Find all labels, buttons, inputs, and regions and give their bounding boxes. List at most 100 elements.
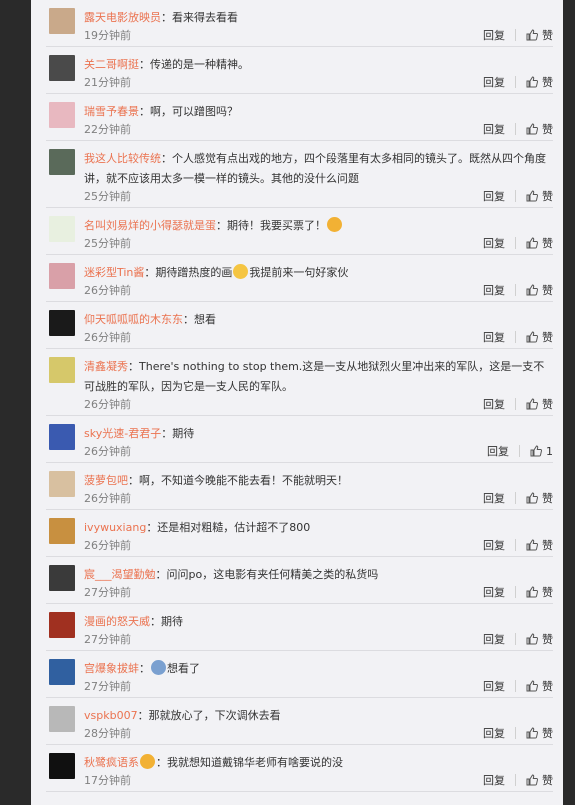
comment-text: 秋鹭疯语系 ：我就想知道戴锦华老师有啥要说的没 [84,753,553,773]
comment-content: ：还是相对粗糙，估计超不了800 [146,521,311,534]
like-button[interactable]: 赞 [526,537,553,553]
comment-text: 迷彩型Tin酱：期待蹭热度的画 我提前来一句好家伙 [84,263,553,283]
reply-button[interactable]: 回复 [483,772,505,788]
like-button[interactable]: 赞 [526,772,553,788]
reply-button[interactable]: 回复 [483,235,505,251]
comment-username[interactable]: 瑞雪予春景 [84,105,139,118]
comment-text: 关二哥啊挺：传递的是一种精神。 [84,55,553,75]
like-button[interactable]: 赞 [526,27,553,43]
comment-username[interactable]: ivywuxiang [84,521,146,534]
user-avatar[interactable] [49,8,75,34]
user-avatar[interactable] [49,471,75,497]
comment-panel: 露天电影放映员：看来得去看看 19分钟前 回复赞关二哥啊挺：传递的是一种精神。 21分… [31,0,563,805]
user-avatar[interactable] [49,612,75,638]
user-avatar[interactable] [49,424,75,450]
like-label: 赞 [542,237,553,250]
comment-content: ：啊，不知道今晚能不能去看！不能就明天！ [128,474,348,487]
like-button[interactable]: 赞 [526,631,553,647]
emoji-icon [140,754,155,769]
like-label: 赞 [542,76,553,89]
reply-button[interactable]: 回复 [483,188,505,204]
comment-actions: 回复 赞 [483,772,553,788]
like-button[interactable]: 赞 [526,74,553,90]
like-label: 赞 [542,586,553,599]
like-button[interactable]: 赞 [526,396,553,412]
reply-button[interactable]: 回复 [483,121,505,137]
comment-item: 清鑫凝秀：There's nothing to stop them.这是一支从地… [46,349,553,416]
reply-button[interactable]: 回复 [483,678,505,694]
like-button[interactable]: 赞 [526,282,553,298]
like-button[interactable]: 赞 [526,121,553,137]
comment-username[interactable]: 漫画的怒天威 [84,615,150,628]
comment-actions: 回复 赞 [483,329,553,345]
thumbs-up-icon [526,633,542,645]
comment-item: vspkb007：那就放心了，下次调休去看 28分钟前 回复赞 [46,698,553,745]
reply-button[interactable]: 回复 [483,396,505,412]
user-avatar[interactable] [49,149,75,175]
comment-timestamp: 27分钟前 [84,633,131,646]
user-avatar[interactable] [49,659,75,685]
comment-username[interactable]: 仰天呱呱呱的木东东 [84,313,183,326]
user-avatar[interactable] [49,263,75,289]
divider [515,29,516,41]
comment-username[interactable]: 秋鹭疯语系 [84,756,139,769]
comment-username[interactable]: 宸___渴望勤勉 [84,568,156,581]
user-avatar[interactable] [49,55,75,81]
reply-button[interactable]: 回复 [483,27,505,43]
thumbs-up-icon [526,331,542,343]
user-avatar[interactable] [49,518,75,544]
like-label: 赞 [542,539,553,552]
comment-username[interactable]: 宫爆象拔蚌 [84,662,139,675]
user-avatar[interactable] [49,216,75,242]
comment-username[interactable]: 露天电影放映员 [84,11,161,24]
comment-timestamp: 22分钟前 [84,123,131,136]
comment-item: 宸___渴望勤勉：问问po，这电影有夹任何精美之类的私货吗 27分钟前 回复赞 [46,557,553,604]
thumbs-up-icon [526,123,542,135]
reply-button[interactable]: 回复 [483,329,505,345]
like-button[interactable]: 赞 [526,584,553,600]
reply-button[interactable]: 回复 [483,74,505,90]
comment-text: 宫爆象拔蚌： 想看了 [84,659,553,679]
reply-button[interactable]: 回复 [483,490,505,506]
comment-timestamp: 26分钟前 [84,492,131,505]
like-button[interactable]: 赞 [526,188,553,204]
user-avatar[interactable] [49,310,75,336]
reply-button[interactable]: 回复 [483,631,505,647]
like-button[interactable]: 1 [530,445,553,458]
reply-button[interactable]: 回复 [483,282,505,298]
user-avatar[interactable] [49,706,75,732]
user-avatar[interactable] [49,102,75,128]
divider [519,445,520,457]
comment-username[interactable]: sky光速-君君子 [84,427,161,440]
reply-button[interactable]: 回复 [487,443,509,459]
like-button[interactable]: 赞 [526,235,553,251]
user-avatar[interactable] [49,357,75,383]
user-avatar[interactable] [49,753,75,779]
like-button[interactable]: 赞 [526,725,553,741]
divider [515,76,516,88]
like-button[interactable]: 赞 [526,329,553,345]
comment-username[interactable]: 关二哥啊挺 [84,58,139,71]
reply-button[interactable]: 回复 [483,584,505,600]
comment-actions: 回复 赞 [483,396,553,412]
comment-username[interactable]: 名叫刘易烊的小得瑟就是蛋 [84,219,216,232]
comment-username[interactable]: vspkb007 [84,709,138,722]
user-avatar[interactable] [49,565,75,591]
thumbs-up-icon [526,492,542,504]
divider [515,237,516,249]
like-button[interactable]: 赞 [526,490,553,506]
comment-content: ：那就放心了，下次调休去看 [137,709,281,722]
reply-button[interactable]: 回复 [483,537,505,553]
comment-username[interactable]: 迷彩型Tin酱 [84,266,144,279]
comment-username[interactable]: 我这人比较传统 [84,152,161,165]
thumbs-up-icon [526,774,542,786]
comment-actions: 回复 赞 [483,282,553,298]
comment-content-continued: 想看了 [167,662,200,675]
comment-timestamp: 26分钟前 [84,539,131,552]
thumbs-up-icon [526,398,542,410]
like-button[interactable]: 赞 [526,678,553,694]
comment-username[interactable]: 菠萝包吧 [84,474,128,487]
comment-username[interactable]: 清鑫凝秀 [84,360,128,373]
comment-actions: 回复 赞 [483,490,553,506]
reply-button[interactable]: 回复 [483,725,505,741]
